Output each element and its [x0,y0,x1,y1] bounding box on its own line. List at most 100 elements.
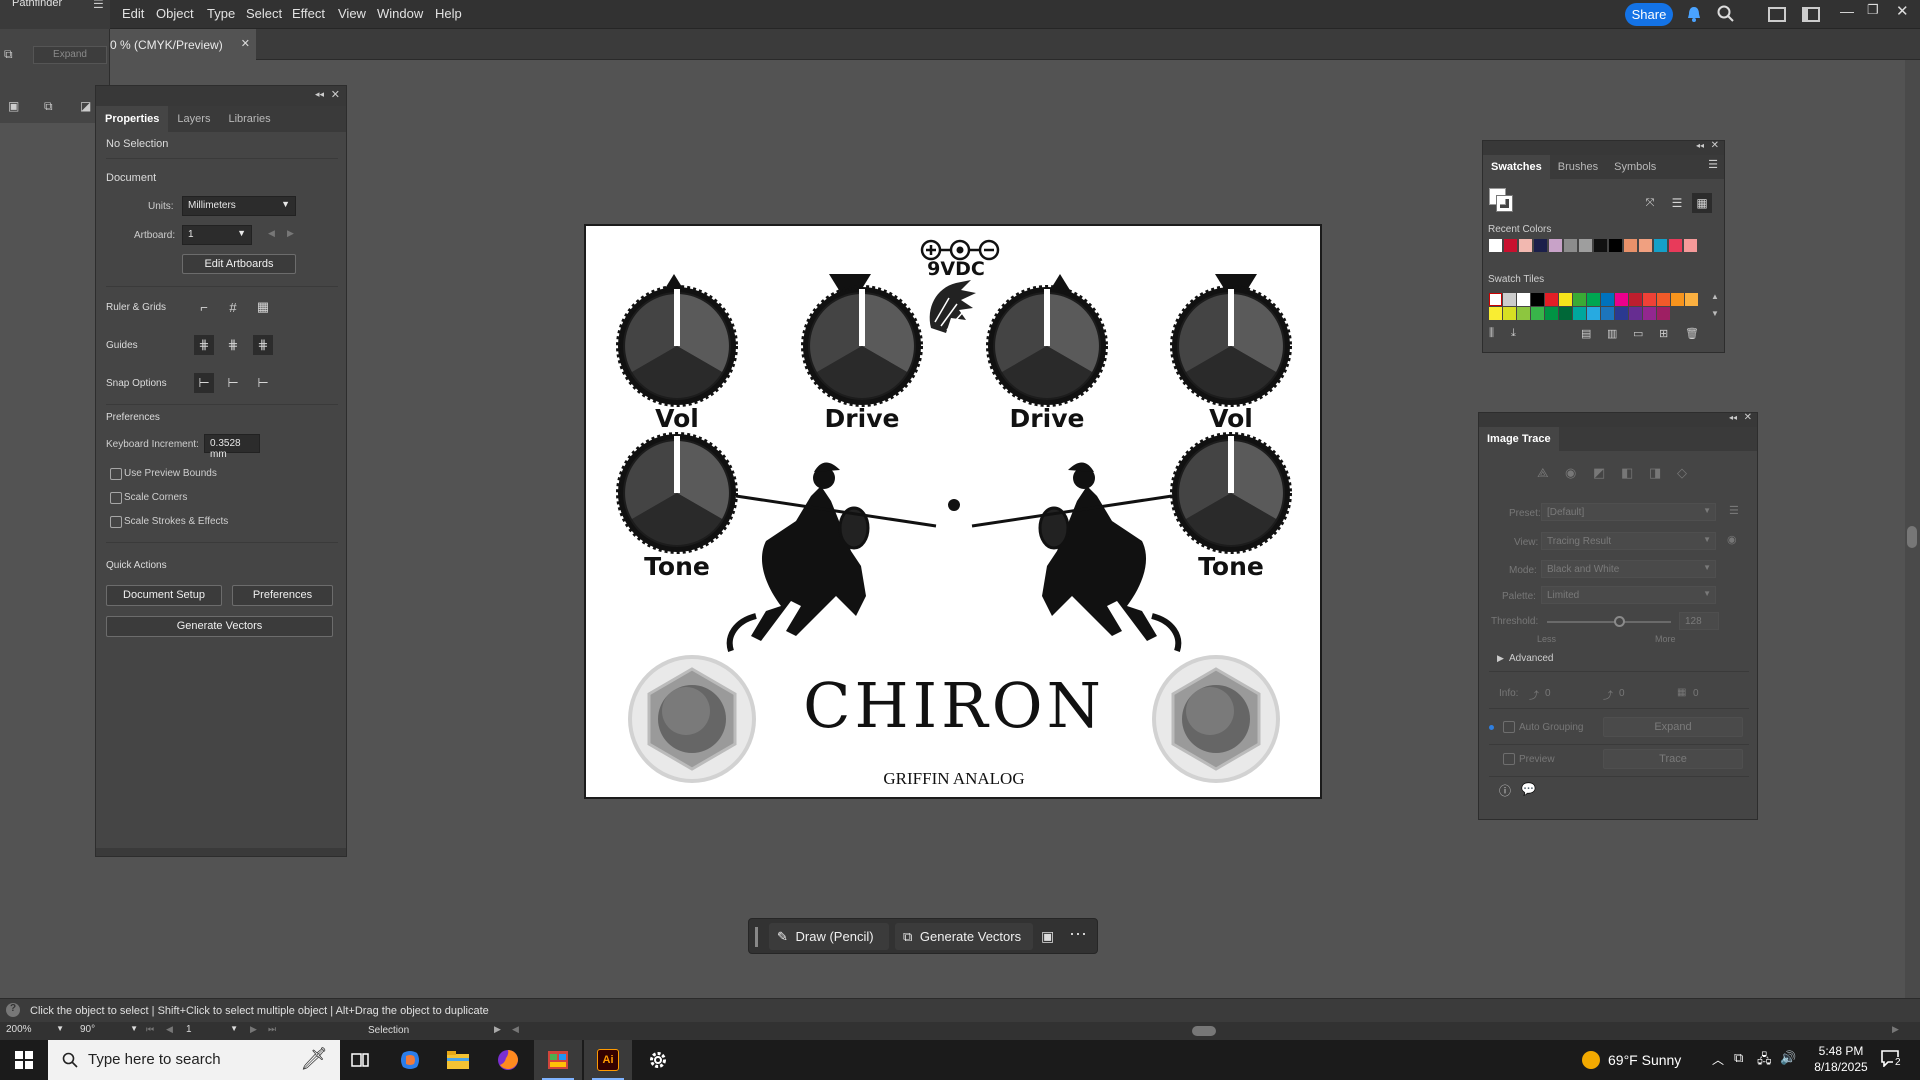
advanced-disclosure-icon[interactable]: ▶ [1497,653,1504,664]
none-swatch[interactable] [1489,293,1502,306]
swatch-tile[interactable] [1601,293,1614,306]
pathfinder-trim-icon[interactable]: ⧉ [44,99,53,114]
recent-color-swatch[interactable] [1639,239,1652,252]
show-kinds-icon[interactable]: ⤧ [1640,193,1660,213]
taskbar-search-box[interactable]: Type here to search 🗡 [48,1040,340,1080]
swatch-tile[interactable] [1671,293,1684,306]
artboard[interactable]: 9VDC Vol Drive Drive Vol Tone Tone CHIRO… [584,224,1322,799]
transparency-grid-icon[interactable]: ▦ [253,297,273,317]
auto-grouping-checkbox[interactable] [1503,721,1515,733]
collapse-icon[interactable]: ◂◂ [315,89,324,100]
recent-color-swatch[interactable] [1534,239,1547,252]
menu-view[interactable]: View [338,6,366,21]
smart-guides-icon[interactable]: ⋕ [253,335,273,355]
meet-now-icon[interactable]: ⧉ [1734,1050,1743,1066]
show-hidden-icons-icon[interactable]: ︿ [1712,1051,1724,1068]
share-button[interactable]: Share [1625,3,1673,26]
recent-color-swatch[interactable] [1654,239,1667,252]
panel-resize-handle[interactable] [96,848,346,856]
eye-icon[interactable]: ◉ [1727,533,1737,546]
recent-color-swatch[interactable] [1549,239,1562,252]
minimize-icon[interactable]: — [1840,3,1854,19]
trace-button[interactable]: Trace [1603,749,1743,769]
swatch-tile[interactable] [1643,307,1656,320]
new-swatch-icon[interactable]: ⊞ [1659,327,1668,340]
arrange-documents-icon[interactable] [1768,7,1786,22]
tab-brushes[interactable]: Brushes [1550,155,1606,179]
artboard-dropdown[interactable]: 1 ▼ [182,225,252,245]
edit-artboards-button[interactable]: Edit Artboards [182,254,296,274]
scroll-right-icon[interactable]: ▶ [1892,1024,1899,1035]
recent-color-swatch[interactable] [1669,239,1682,252]
tab-libraries[interactable]: Libraries [219,106,279,132]
swatch-tile[interactable] [1629,293,1642,306]
expand-button[interactable]: Expand [1603,717,1743,737]
threshold-input[interactable]: 128 [1679,612,1719,630]
expand-button[interactable]: Expand [33,46,107,64]
info-icon[interactable]: ⓘ [1499,782,1511,799]
hamburger-icon[interactable]: ☰ [93,0,104,11]
threshold-slider-handle[interactable] [1614,616,1625,627]
registration-swatch[interactable] [1503,293,1516,306]
menu-effect[interactable]: Effect [292,6,325,21]
drag-handle[interactable] [755,927,758,947]
network-icon[interactable]: 🖧 [1757,1050,1772,1072]
recent-color-swatch[interactable] [1609,239,1622,252]
shape-mode-icon[interactable]: ⧉ [4,47,13,62]
copilot-icon[interactable] [386,1040,434,1080]
windows-app-icon[interactable] [534,1040,582,1080]
swatch-tile[interactable] [1503,307,1516,320]
workspace-switcher-icon[interactable] [1802,7,1820,22]
close-panel-icon[interactable]: ✕ [1744,412,1752,423]
swatch-tile[interactable] [1517,293,1530,306]
start-button[interactable] [0,1040,48,1080]
swatch-tile[interactable] [1559,293,1572,306]
manage-presets-icon[interactable]: ☰ [1729,504,1739,517]
close-window-icon[interactable]: ✕ [1896,2,1909,20]
view-dropdown[interactable]: Tracing Result ▼ [1541,532,1716,550]
restore-icon[interactable]: ❐ [1867,2,1879,18]
new-color-group-icon[interactable]: ▭ [1633,327,1643,340]
grayscale-icon[interactable]: ◧ [1621,465,1633,481]
units-dropdown[interactable]: Millimeters ▼ [182,196,296,216]
advanced-label[interactable]: Advanced [1509,653,1553,664]
swatch-tile[interactable] [1615,293,1628,306]
previous-artboard-nav-icon[interactable]: ◀ [166,1024,173,1035]
swatch-tile[interactable] [1545,307,1558,320]
lock-guides-icon[interactable]: ⋕ [223,335,243,355]
zoom-dropdown[interactable]: 200% ▼ [6,1024,68,1038]
recent-color-swatch[interactable] [1564,239,1577,252]
show-guides-icon[interactable]: ⋕ [194,335,214,355]
swatch-tile[interactable] [1643,293,1656,306]
tab-properties[interactable]: Properties [96,106,169,132]
preferences-button[interactable]: Preferences [232,585,333,606]
next-artboard-icon[interactable]: ▶ [287,228,294,239]
swatch-tile[interactable] [1685,293,1698,306]
snap-to-glyph-icon[interactable]: ⊢ [253,373,273,393]
search-icon[interactable] [1716,4,1736,24]
palette-dropdown[interactable]: Limited ▼ [1541,586,1716,604]
artboard-nav-dropdown[interactable]: 1 ▼ [186,1024,242,1038]
menu-edit[interactable]: Edit [122,6,144,21]
image-options-icon[interactable]: ▣ [1041,928,1054,945]
swatch-tile[interactable] [1601,307,1614,320]
black-white-icon[interactable]: ◨ [1649,465,1661,481]
generate-vectors-button[interactable]: Generate Vectors [106,616,333,637]
scroll-up-icon[interactable]: ▲ [1711,292,1719,301]
menu-type[interactable]: Type [207,6,235,21]
low-color-icon[interactable]: ◩ [1593,465,1605,481]
close-panel-icon[interactable]: ✕ [331,88,340,101]
swatch-tile[interactable] [1531,293,1544,306]
swatch-tile[interactable] [1615,307,1628,320]
grid-icon[interactable]: # [223,297,243,317]
rotation-dropdown[interactable]: 90° ▼ [80,1024,142,1038]
use-preview-bounds-checkbox[interactable] [110,468,122,480]
vertical-scrollbar[interactable] [1905,60,1920,998]
tab-swatches[interactable]: Swatches [1483,155,1550,179]
collapse-icon[interactable]: ◂◂ [1729,413,1737,422]
recent-color-swatch[interactable] [1684,239,1697,252]
swatch-options-icon[interactable]: ▥ [1607,327,1617,340]
place-swatches-icon[interactable]: ⤓ [1511,327,1516,340]
grid-view-icon[interactable]: ▦ [1692,193,1712,213]
swatch-tile[interactable] [1517,307,1530,320]
